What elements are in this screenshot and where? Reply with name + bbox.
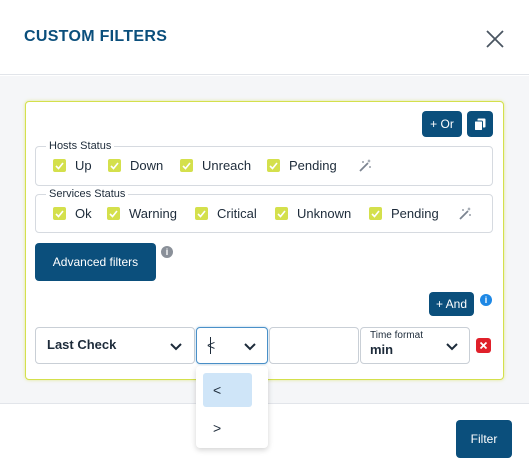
checkbox-host-unreach[interactable]: Unreach [180, 158, 251, 173]
magic-wand-icon[interactable] [457, 206, 473, 222]
checkbox-label: Critical [217, 206, 257, 221]
checkbox-label: Warning [129, 206, 177, 221]
chevron-down-icon [170, 343, 182, 351]
checkbox-label: Down [130, 158, 164, 173]
chevron-down-icon [446, 343, 458, 351]
check-icon [369, 207, 382, 220]
hosts-status-legend: Hosts Status [46, 140, 115, 153]
operator-select[interactable]: < [196, 327, 268, 364]
filter-button[interactable]: Filter [456, 420, 512, 458]
check-icon [107, 207, 120, 220]
checkbox-label: Ok [75, 206, 92, 221]
custom-filters-dialog: CUSTOM FILTERS + Or Hosts Status Up Down [0, 0, 529, 476]
checkbox-service-pending[interactable]: Pending [369, 206, 439, 221]
check-icon [180, 159, 193, 172]
check-icon [53, 207, 66, 220]
check-icon [53, 159, 66, 172]
info-icon[interactable]: i [480, 294, 492, 306]
checkbox-label: Pending [391, 206, 439, 221]
checkbox-label: Up [75, 158, 92, 173]
advanced-filters-button[interactable]: Advanced filters [35, 243, 156, 281]
time-format-label: Time format [370, 330, 423, 341]
dialog-title: CUSTOM FILTERS [24, 28, 168, 45]
copy-button[interactable] [467, 111, 493, 137]
copy-icon [474, 118, 486, 131]
check-icon [275, 207, 288, 220]
value-input[interactable] [269, 327, 359, 364]
operator-dropdown: < > [196, 366, 268, 448]
checkbox-service-ok[interactable]: Ok [53, 206, 92, 221]
remove-rule-button[interactable] [476, 338, 491, 353]
field-select-value: Last Check [47, 337, 117, 352]
magic-wand-icon[interactable] [357, 158, 373, 174]
close-icon [479, 341, 488, 350]
dialog-header: CUSTOM FILTERS [0, 0, 529, 75]
checkbox-host-up[interactable]: Up [53, 158, 92, 173]
hosts-status-group: Hosts Status Up Down Unreach Pending [35, 140, 493, 186]
services-status-group: Services Status Ok Warning Critical Unkn… [35, 188, 493, 233]
time-format-value: min [370, 342, 394, 357]
checkbox-service-critical[interactable]: Critical [195, 206, 257, 221]
field-select[interactable]: Last Check [35, 327, 195, 364]
checkbox-label: Unreach [202, 158, 252, 173]
info-icon[interactable]: i [161, 246, 173, 258]
check-icon [195, 207, 208, 220]
checkbox-service-unknown[interactable]: Unknown [275, 206, 351, 221]
add-and-button[interactable]: + And [429, 292, 474, 316]
services-status-legend: Services Status [46, 188, 129, 201]
checkbox-host-pending[interactable]: Pending [267, 158, 337, 173]
operator-select-value: < [207, 337, 216, 353]
checkbox-host-down[interactable]: Down [108, 158, 163, 173]
checkbox-label: Unknown [297, 206, 352, 221]
checkbox-label: Pending [289, 158, 337, 173]
chevron-down-icon [244, 343, 256, 351]
check-icon [108, 159, 121, 172]
add-or-button[interactable]: + Or [422, 111, 462, 137]
checkbox-service-warning[interactable]: Warning [107, 206, 177, 221]
operator-option-lt[interactable]: < [203, 373, 252, 407]
close-button[interactable] [484, 28, 506, 50]
operator-option-gt[interactable]: > [203, 411, 252, 445]
text-cursor [210, 337, 211, 354]
close-icon [486, 30, 504, 48]
time-format-select[interactable]: Time format min [360, 327, 470, 364]
check-icon [267, 159, 280, 172]
